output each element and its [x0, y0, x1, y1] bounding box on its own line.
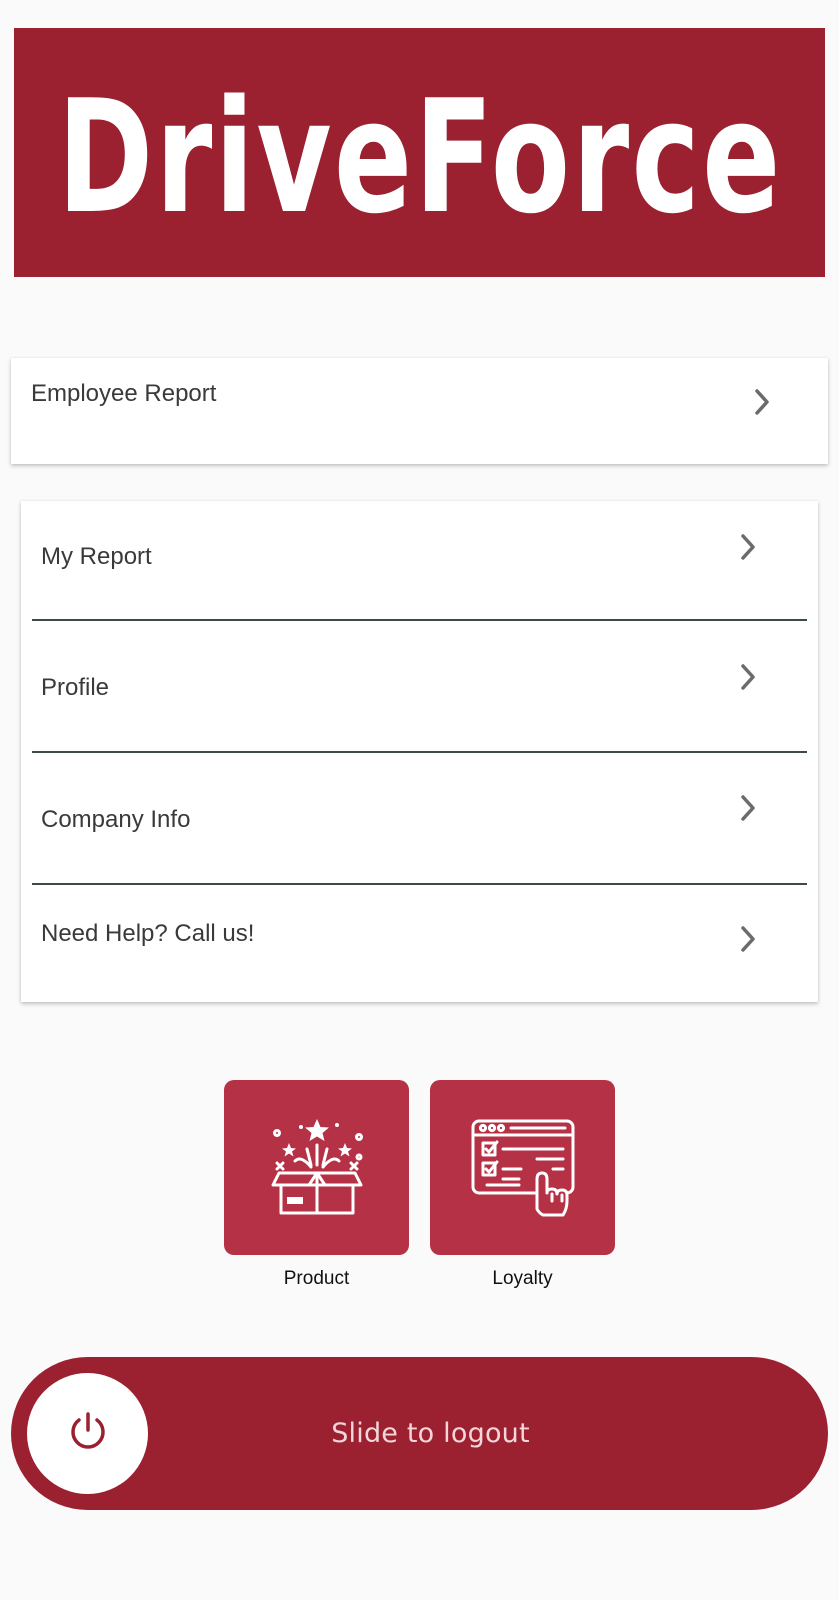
menu-item-my-report[interactable]: My Report — [21, 501, 818, 620]
menu-item-label: Company Info — [41, 806, 191, 833]
power-icon — [66, 1409, 110, 1458]
home-screen: DriveForce Employee Report My Report Pro… — [0, 0, 839, 1600]
product-tile-button[interactable] — [224, 1080, 409, 1255]
product-tile[interactable]: Product — [224, 1080, 409, 1290]
employee-report-card[interactable]: Employee Report — [11, 358, 828, 464]
loyalty-tile[interactable]: Loyalty — [430, 1080, 615, 1290]
gift-box-icon — [261, 1109, 373, 1226]
loyalty-tile-label: Loyalty — [492, 1268, 553, 1289]
loyalty-tile-button[interactable] — [430, 1080, 615, 1255]
logout-slider[interactable]: Slide to logout — [11, 1357, 828, 1510]
checklist-tap-icon — [467, 1109, 579, 1226]
brand-logo: DriveForce — [56, 65, 783, 248]
menu-item-label: Need Help? Call us! — [41, 920, 255, 947]
chevron-right-icon — [739, 794, 757, 822]
menu-item-label: My Report — [41, 543, 152, 570]
menu-card: My Report Profile Company Info Need Help… — [21, 501, 818, 1002]
brand-banner: DriveForce — [14, 28, 825, 277]
product-tile-label: Product — [283, 1268, 350, 1289]
menu-item-need-help[interactable]: Need Help? Call us! — [21, 885, 818, 1002]
employee-report-label: Employee Report — [31, 380, 217, 407]
chevron-right-icon — [739, 533, 757, 561]
chevron-right-icon — [739, 925, 757, 953]
menu-item-company-info[interactable]: Company Info — [21, 753, 818, 884]
logout-slider-handle[interactable] — [27, 1373, 148, 1494]
chevron-right-icon — [753, 388, 771, 416]
menu-item-label: Profile — [41, 674, 110, 701]
chevron-right-icon — [739, 663, 757, 691]
menu-item-profile[interactable]: Profile — [21, 621, 818, 752]
